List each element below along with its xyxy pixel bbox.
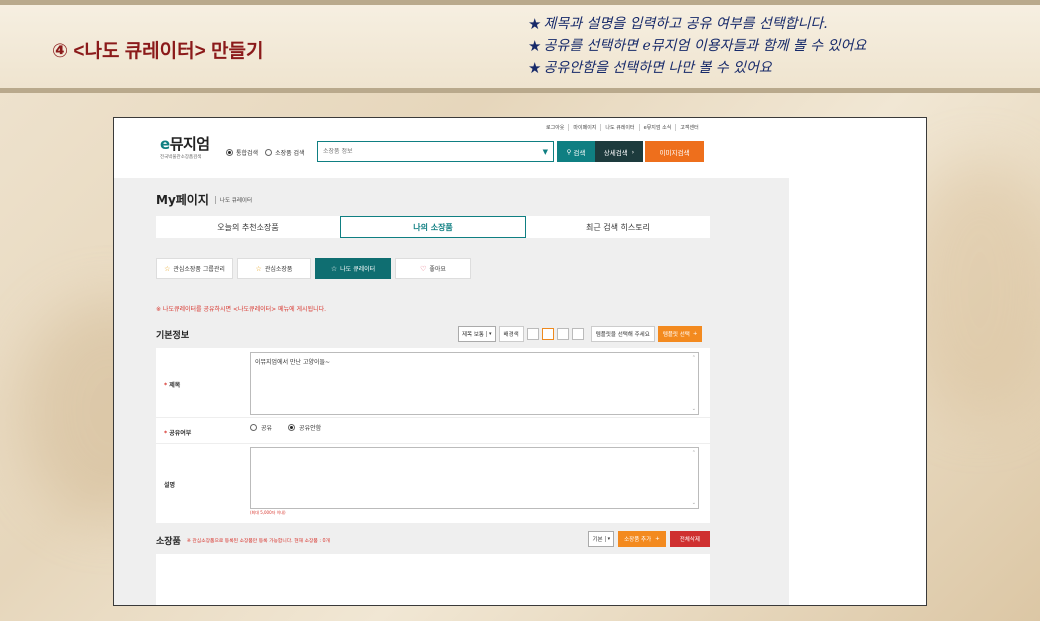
heart-outline-icon: ♡ xyxy=(420,264,427,273)
news-link[interactable]: e뮤지엄 소식 xyxy=(640,124,677,131)
share-radio-on[interactable] xyxy=(250,424,257,431)
items-panel xyxy=(156,554,710,605)
star-icon: ★ xyxy=(528,15,542,33)
star-outline-icon: ☆ xyxy=(330,264,338,273)
tab-my-items[interactable]: 나의 소장품 xyxy=(340,216,526,238)
search-input[interactable] xyxy=(323,148,543,155)
lesson-note: ★ 제목과 설명을 입력하고 공유 여부를 선택합니다. xyxy=(528,15,828,33)
delete-all-button[interactable]: 전체삭제 xyxy=(669,531,710,547)
site-logo[interactable]: e뮤지엄 전국박물관소장품검색 xyxy=(160,136,210,160)
bg-swatch[interactable] xyxy=(571,328,584,340)
support-link[interactable]: 고객센터 xyxy=(676,124,702,131)
scroll-down-icon[interactable]: ⌄ xyxy=(692,500,696,506)
sub-tabs: ☆ 관심소장품 그룹관리 ☆ 관심소장품 ☆ 나도 큐레이터 ♡ 좋아요 xyxy=(156,258,471,279)
scroll-up-icon[interactable]: ⌃ xyxy=(692,450,696,456)
title-label: * 제목 xyxy=(164,382,181,389)
curator-notice: ※ 나도큐레이터를 공유하시면 <나도큐레이터> 메뉴에 게시됩니다. xyxy=(156,306,327,313)
basic-info-title: 기본정보 xyxy=(156,331,190,341)
items-header: 소장품 ※ 관심소장품으로 등록된 소장품만 등록 가능합니다. 현재 소장품 … xyxy=(156,531,710,549)
template-select-button[interactable]: 템플릿 선택 + xyxy=(657,326,703,342)
design-options: 제목 보통 ▾ 배경색 템플릿을 선택해 주세요 템플릿 선택 + xyxy=(458,326,703,342)
detail-search-button[interactable]: 상세검색 › xyxy=(595,141,643,162)
mypage-link[interactable]: 마이페이지 xyxy=(569,124,602,131)
basic-info-form: * 제목 이뮤지엄에서 만난 고양이들~ ⌃ ⌄ * 공유여부 공유 공유안함 … xyxy=(156,348,710,523)
search-scope: 통합검색 소장품 검색 xyxy=(226,148,305,157)
search-box: ▼ xyxy=(317,141,554,162)
star-outline-icon: ☆ xyxy=(164,264,171,273)
tab-search-history[interactable]: 최근 검색 히스토리 xyxy=(526,216,710,238)
template-label: 템플릿을 선택해 주세요 xyxy=(590,326,655,342)
bg-color-label: 배경색 xyxy=(498,326,524,342)
bg-swatch-selected[interactable] xyxy=(541,328,554,340)
triangle-down-icon[interactable]: ▼ xyxy=(543,148,548,156)
subtab-favorites[interactable]: ☆ 관심소장품 xyxy=(237,258,311,279)
share-row: * 공유여부 xyxy=(156,418,710,444)
star-outline-icon: ☆ xyxy=(255,264,262,273)
logo-subtitle: 전국박물관소장품검색 xyxy=(160,155,202,160)
scope-label-items: 소장품 검색 xyxy=(275,150,305,157)
subtab-group-manage[interactable]: ☆ 관심소장품 그룹관리 xyxy=(156,258,233,279)
title-style-select[interactable]: 제목 보통 ▾ xyxy=(458,326,496,342)
site-header: 로그아웃 마이페이지 나도 큐레이터 e뮤지엄 소식 고객센터 e뮤지엄 전국박… xyxy=(114,118,789,178)
breadcrumb: 나도 큐레이터 xyxy=(214,195,252,204)
plus-icon: + xyxy=(655,536,660,542)
add-item-button[interactable]: 소장품 추가 + xyxy=(618,531,666,547)
page-title: My페이지 나도 큐레이터 xyxy=(156,193,252,207)
subtab-curator[interactable]: ☆ 나도 큐레이터 xyxy=(315,258,391,279)
image-search-button[interactable]: 이미지검색 xyxy=(645,141,704,162)
bg-swatch[interactable] xyxy=(556,328,569,340)
title-row: * 제목 이뮤지엄에서 만난 고양이들~ ⌃ ⌄ xyxy=(156,348,710,418)
description-limit: (최대 5,000자 이내) xyxy=(250,510,286,515)
tab-recommended[interactable]: 오늘의 추천소장품 xyxy=(156,216,340,238)
view-select[interactable]: 기본 ▾ xyxy=(588,531,615,547)
description-textarea[interactable]: ⌃ ⌄ xyxy=(250,447,699,509)
items-note: ※ 관심소장품으로 등록된 소장품만 등록 가능합니다. 현재 소장품 : 0개 xyxy=(186,538,330,544)
star-icon: ★ xyxy=(528,37,542,55)
scope-radio-items[interactable] xyxy=(265,149,273,156)
scope-radio-all[interactable] xyxy=(226,149,233,156)
plus-icon: + xyxy=(692,331,698,337)
scope-label-all: 통합검색 xyxy=(236,150,259,157)
chevron-down-icon: ▾ xyxy=(486,331,492,337)
lesson-note: ★ 공유를 선택하면 e뮤지엄 이용자들과 함께 볼 수 있어요 xyxy=(528,37,867,55)
lesson-title: ④ <나도 큐레이터> 만들기 xyxy=(52,41,264,62)
scroll-up-icon[interactable]: ⌃ xyxy=(692,355,696,361)
screenshot-frame: 로그아웃 마이페이지 나도 큐레이터 e뮤지엄 소식 고객센터 e뮤지엄 전국박… xyxy=(113,117,927,606)
search-icon: ⚲ xyxy=(566,147,572,156)
top-links: 로그아웃 마이페이지 나도 큐레이터 e뮤지엄 소식 고객센터 xyxy=(542,124,703,131)
lesson-notes: ★ 제목과 설명을 입력하고 공유 여부를 선택합니다. ★ 공유를 선택하면 e뮤… xyxy=(528,13,1028,79)
share-on-label: 공유 xyxy=(261,425,273,432)
star-icon: ★ xyxy=(528,59,542,77)
search-button[interactable]: ⚲ 검색 xyxy=(557,141,595,162)
share-off-label: 공유안함 xyxy=(299,425,322,432)
chevron-right-icon: › xyxy=(631,147,635,156)
curator-link[interactable]: 나도 큐레이터 xyxy=(601,124,640,131)
lesson-note: ★ 공유안함을 선택하면 나만 볼 수 있어요 xyxy=(528,59,772,77)
logout-link[interactable]: 로그아웃 xyxy=(542,124,570,131)
title-textarea[interactable]: 이뮤지엄에서 만난 고양이들~ ⌃ ⌄ xyxy=(250,352,699,415)
share-options: 공유 공유안함 xyxy=(250,423,321,432)
bg-swatch[interactable] xyxy=(526,328,539,340)
subtab-likes[interactable]: ♡ 좋아요 xyxy=(395,258,471,279)
items-title: 소장품 xyxy=(156,536,181,547)
scroll-down-icon[interactable]: ⌄ xyxy=(692,406,696,412)
main-tabs: 오늘의 추천소장품 나의 소장품 최근 검색 히스토리 xyxy=(156,216,710,238)
share-radio-off[interactable] xyxy=(288,424,296,431)
description-label: 설명 xyxy=(164,482,176,489)
items-controls: 기본 ▾ 소장품 추가 + 전체삭제 xyxy=(588,531,710,547)
share-label: * 공유여부 xyxy=(164,430,192,437)
chevron-down-icon: ▾ xyxy=(604,536,610,542)
lesson-header: ④ <나도 큐레이터> 만들기 ★ 제목과 설명을 입력하고 공유 여부를 선택합… xyxy=(0,0,1040,93)
